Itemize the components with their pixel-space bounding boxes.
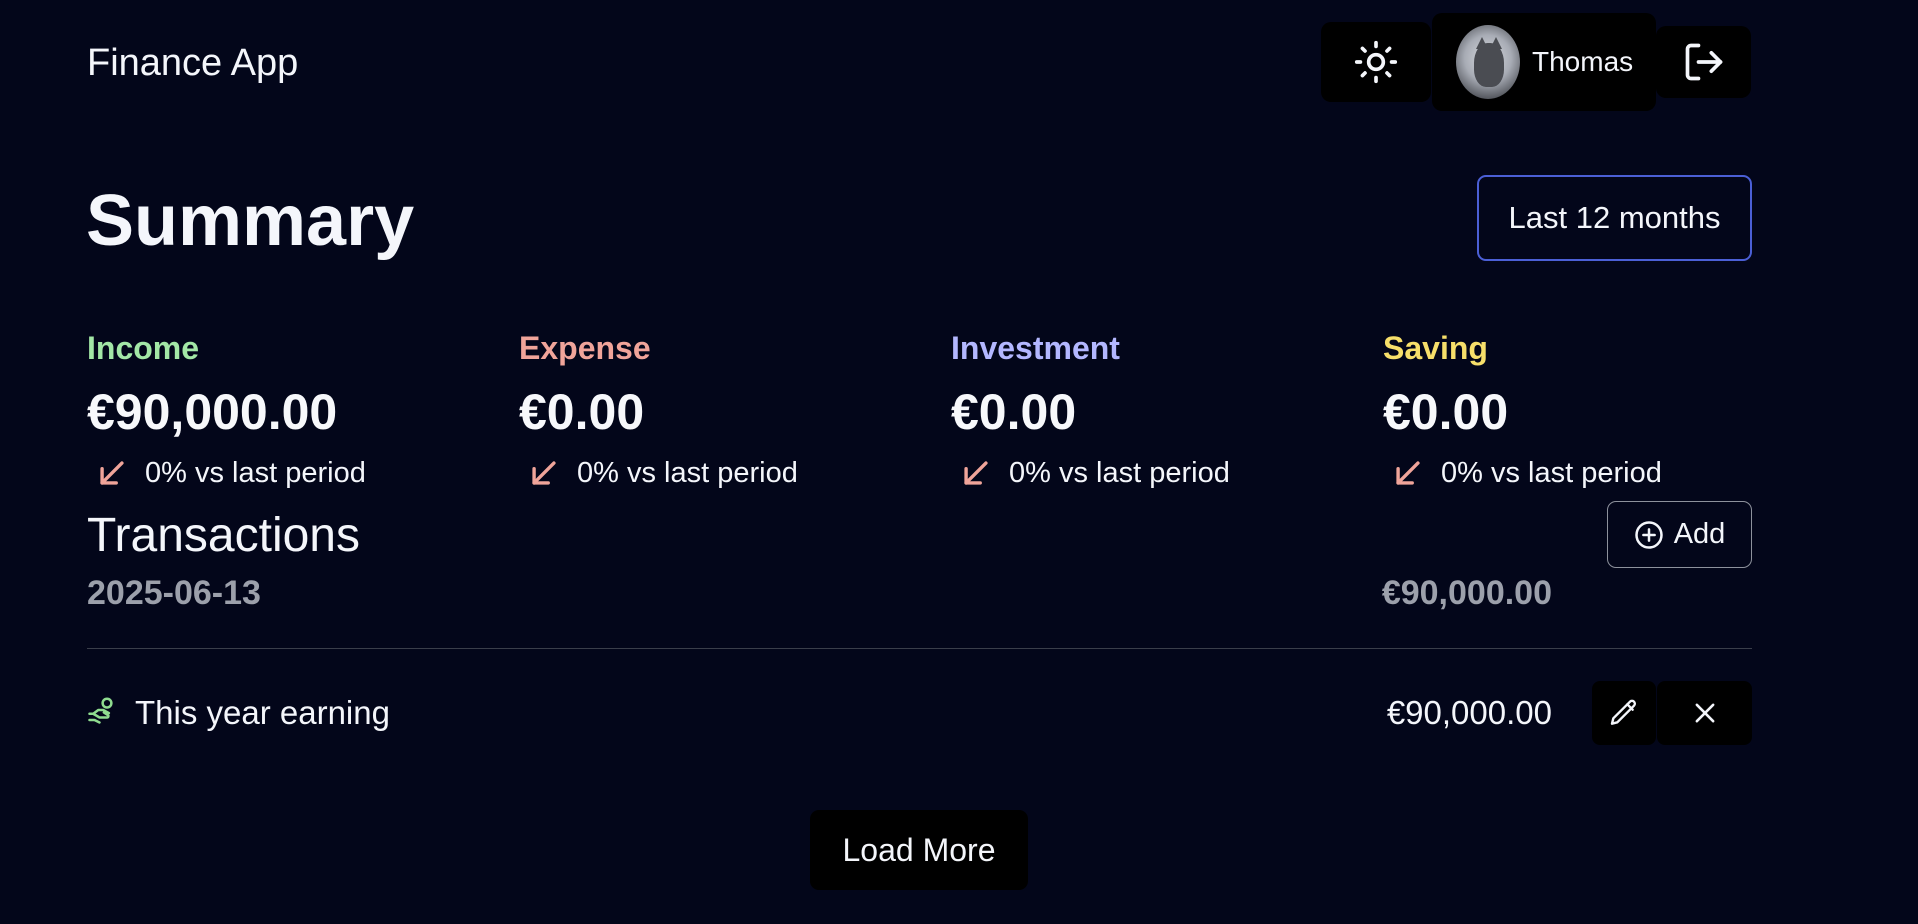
load-more-button[interactable]: Load More	[810, 810, 1028, 890]
sun-icon	[1354, 40, 1398, 84]
transaction-group-total: €90,000.00	[1381, 574, 1552, 612]
stat-change-text: 0% vs last period	[1009, 456, 1230, 489]
stat-change: 0% vs last period	[951, 456, 1371, 490]
income-hand-coin-icon	[88, 697, 113, 724]
transaction-row: This year earning €90,000.00	[87, 681, 1752, 745]
stat-label: Saving	[1383, 330, 1488, 366]
add-transaction-button[interactable]: Add	[1607, 501, 1752, 568]
stat-change-text: 0% vs last period	[1441, 456, 1662, 489]
stat-label: Expense	[519, 330, 651, 366]
transaction-amount: €90,000.00	[1386, 694, 1552, 731]
stat-change-text: 0% vs last period	[577, 456, 798, 489]
page-title: Summary	[86, 181, 415, 261]
trend-down-arrow-icon	[1396, 461, 1420, 485]
stat-change: 0% vs last period	[519, 456, 939, 490]
stat-investment: Investment €0.00 0% vs last period	[951, 328, 1371, 490]
app-title: Finance App	[87, 42, 299, 84]
user-menu-button[interactable]: Thomas	[1432, 13, 1656, 111]
stat-change-text: 0% vs last period	[145, 456, 366, 489]
finance-app-page: Finance App Thomas Summary Last 12 month…	[0, 0, 1918, 924]
edit-transaction-button[interactable]	[1592, 681, 1656, 745]
transactions-title: Transactions	[87, 509, 360, 562]
plus-circle-icon	[1634, 520, 1663, 549]
stat-value: €0.00	[519, 384, 645, 440]
divider	[87, 648, 1752, 649]
stat-expense: Expense €0.00 0% vs last period	[519, 328, 939, 490]
trend-down-arrow-icon	[964, 461, 988, 485]
transaction-name: This year earning	[135, 694, 390, 731]
close-icon	[1695, 703, 1714, 723]
trend-down-arrow-icon	[532, 461, 556, 485]
stat-change: 0% vs last period	[87, 456, 507, 490]
stat-value: €0.00	[1383, 384, 1509, 440]
logout-button[interactable]	[1656, 26, 1751, 98]
pencil-icon	[1610, 699, 1637, 725]
stat-change: 0% vs last period	[1383, 456, 1803, 490]
stat-saving: Saving €0.00 0% vs last period	[1383, 328, 1803, 490]
logout-icon	[1685, 43, 1722, 81]
add-button-label: Add	[1673, 518, 1726, 550]
avatar	[1456, 25, 1520, 99]
user-name: Thomas	[1532, 46, 1634, 77]
stat-value: €90,000.00	[87, 384, 338, 440]
period-select-button[interactable]: Last 12 months	[1477, 175, 1752, 261]
transaction-group-date: 2025-06-13	[87, 574, 261, 612]
stat-value: €0.00	[951, 384, 1077, 440]
delete-transaction-button[interactable]	[1657, 681, 1752, 745]
trend-down-arrow-icon	[100, 461, 124, 485]
stat-label: Investment	[951, 330, 1120, 366]
stat-label: Income	[87, 330, 200, 366]
stat-income: Income €90,000.00 0% vs last period	[87, 328, 507, 490]
theme-toggle-button[interactable]	[1321, 22, 1431, 102]
